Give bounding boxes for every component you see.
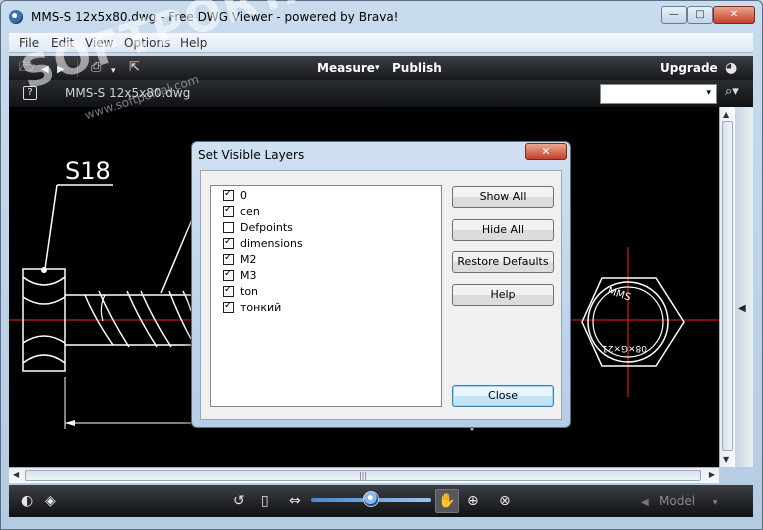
search-combo[interactable]: ▾ bbox=[600, 84, 717, 104]
dialog-title: Set Visible Layers bbox=[198, 148, 305, 162]
scroll-up-icon[interactable]: ▲ bbox=[723, 110, 729, 119]
chevron-left-icon[interactable]: ◀ bbox=[738, 303, 746, 314]
fit-width-icon[interactable]: ⇔ bbox=[289, 493, 301, 509]
set-visible-layers-dialog: Set Visible Layers ✕ 0 cen Defpoints bbox=[191, 141, 571, 428]
layer-checkbox[interactable] bbox=[223, 268, 234, 281]
scroll-right-icon[interactable]: ▶ bbox=[709, 470, 715, 479]
restore-defaults-button[interactable]: Restore Defaults bbox=[452, 251, 554, 273]
layer-checkbox[interactable] bbox=[223, 222, 234, 233]
chevron-down-icon[interactable]: ▾ bbox=[713, 498, 718, 508]
hide-all-button[interactable]: Hide All bbox=[452, 219, 554, 241]
show-all-button[interactable]: Show All bbox=[452, 186, 554, 208]
layer-list: 0 cen Defpoints dimensions M2 bbox=[210, 185, 442, 407]
dialog-body: 0 cen Defpoints dimensions M2 bbox=[200, 170, 562, 420]
help-button[interactable]: Help bbox=[452, 284, 554, 306]
page-icon[interactable]: ▯ bbox=[261, 493, 269, 509]
layer-checkbox[interactable] bbox=[223, 284, 234, 297]
size-label: S18 bbox=[65, 157, 111, 185]
vertical-scrollbar[interactable]: ▲ ▼ bbox=[719, 107, 735, 467]
search-icon[interactable]: ⌕▾ bbox=[725, 84, 739, 99]
layer-checkbox[interactable] bbox=[223, 188, 234, 201]
layer-checkbox[interactable] bbox=[223, 300, 234, 313]
measure-dropdown-icon[interactable]: ▾ bbox=[375, 63, 380, 73]
scroll-down-icon[interactable]: ▼ bbox=[723, 455, 729, 464]
layer-checkbox[interactable] bbox=[223, 252, 234, 265]
layer-label: M3 bbox=[240, 269, 257, 282]
pan-hand-icon[interactable]: ✋ bbox=[435, 489, 459, 513]
layer-label: 0 bbox=[240, 189, 247, 202]
zoom-window-icon[interactable]: ⊕ bbox=[467, 493, 479, 509]
layer-label: M2 bbox=[240, 253, 257, 266]
measure-menu[interactable]: Measure bbox=[317, 61, 375, 75]
layer-checkbox[interactable] bbox=[223, 204, 234, 217]
zoom-slider-handle[interactable] bbox=[363, 491, 379, 507]
maximize-button[interactable]: □ bbox=[687, 6, 713, 24]
rotate-icon[interactable]: ↺ bbox=[233, 493, 245, 509]
brava-logo-icon[interactable]: ◕ bbox=[725, 60, 737, 76]
layer-label: dimensions bbox=[240, 237, 303, 250]
layer-checkbox[interactable] bbox=[223, 236, 234, 249]
side-panel-collapse[interactable]: ◀ bbox=[735, 107, 753, 467]
layer-label: Defpoints bbox=[240, 221, 293, 234]
layer-label: тонкий bbox=[240, 301, 282, 314]
vertical-scroll-thumb[interactable] bbox=[722, 121, 733, 451]
bottom-toolbar: ◐ ◈ ↺ ▯ ⇔ ✋ ⊕ ⊗ ◀ Model ▾ bbox=[9, 485, 753, 517]
layer-label: ton bbox=[240, 285, 259, 298]
chevron-left-icon[interactable]: ◀ bbox=[641, 495, 649, 511]
app-logo-icon bbox=[9, 10, 23, 24]
contrast-icon[interactable]: ◐ bbox=[21, 493, 33, 509]
horizontal-scroll-thumb[interactable]: ||| bbox=[25, 470, 701, 481]
layer-label: cen bbox=[240, 205, 260, 218]
model-select[interactable]: Model ▾ bbox=[659, 494, 717, 508]
close-button[interactable]: Close bbox=[452, 385, 554, 407]
publish-menu[interactable]: Publish bbox=[392, 61, 442, 75]
minimize-button[interactable]: — bbox=[661, 6, 687, 24]
hex-text-bottom: 08×G×21 bbox=[602, 343, 647, 353]
horizontal-scrollbar[interactable]: ◀ ||| ▶ bbox=[9, 467, 719, 483]
dialog-close-button[interactable]: ✕ bbox=[525, 143, 567, 160]
model-select-value: Model bbox=[659, 494, 696, 508]
scroll-left-icon[interactable]: ◀ bbox=[13, 470, 19, 479]
app-window: MMS-S 12x5x80.dwg - Free DWG Viewer - po… bbox=[0, 0, 763, 530]
close-window-button[interactable]: ✕ bbox=[713, 6, 755, 24]
layers-icon[interactable]: ◈ bbox=[45, 493, 56, 509]
upgrade-button[interactable]: Upgrade bbox=[660, 61, 718, 75]
zoom-extents-icon[interactable]: ⊗ bbox=[499, 493, 511, 509]
chevron-down-icon[interactable]: ▾ bbox=[706, 88, 711, 98]
